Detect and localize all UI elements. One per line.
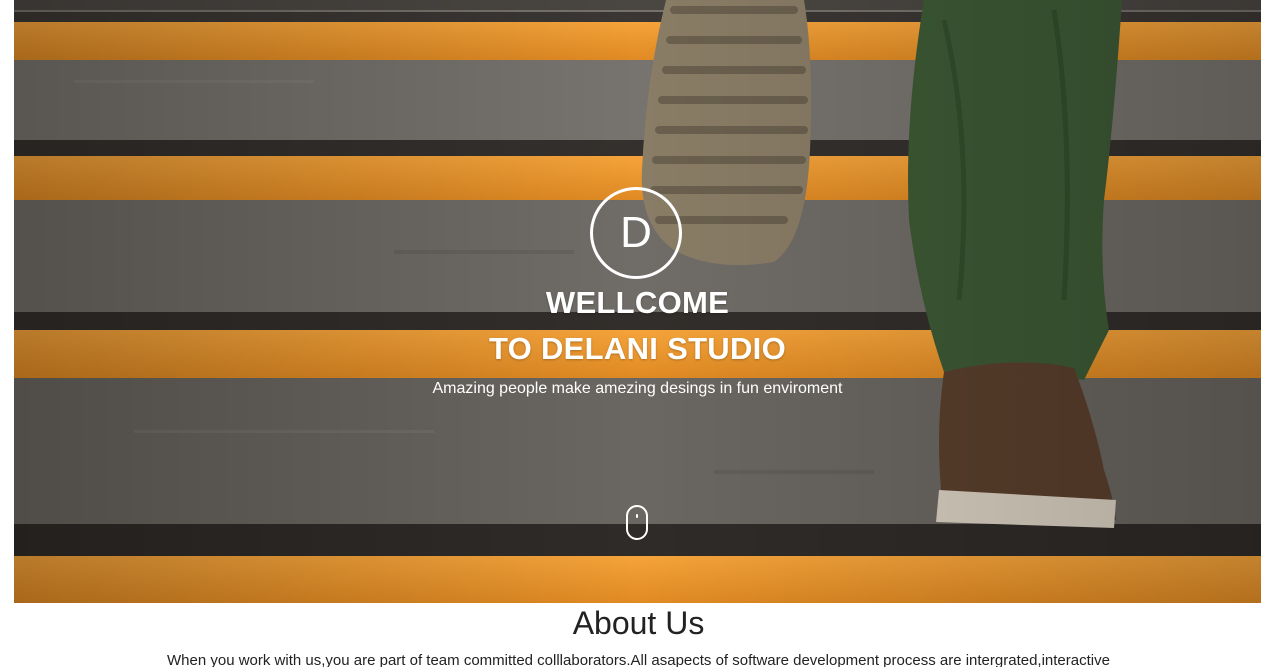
hero-tagline: Amazing people make amezing desings in f…: [432, 380, 843, 397]
hero-title-line-1: WELLCOME: [545, 285, 730, 320]
about-heading: About Us: [572, 605, 705, 641]
scroll-wheel-dot: [636, 514, 638, 518]
hero-content: D WELLCOME TO DELANI STUDIO Amazing peop…: [14, 0, 1261, 603]
logo-badge: D: [590, 187, 682, 279]
hero-title-line-2: TO DELANI STUDIO: [488, 331, 786, 366]
scroll-mouse-icon[interactable]: [626, 505, 648, 540]
page: D WELLCOME TO DELANI STUDIO Amazing peop…: [0, 0, 1277, 667]
about-paragraph: When you work with us,you are part of te…: [167, 652, 1110, 667]
hero-section: D WELLCOME TO DELANI STUDIO Amazing peop…: [14, 0, 1261, 603]
